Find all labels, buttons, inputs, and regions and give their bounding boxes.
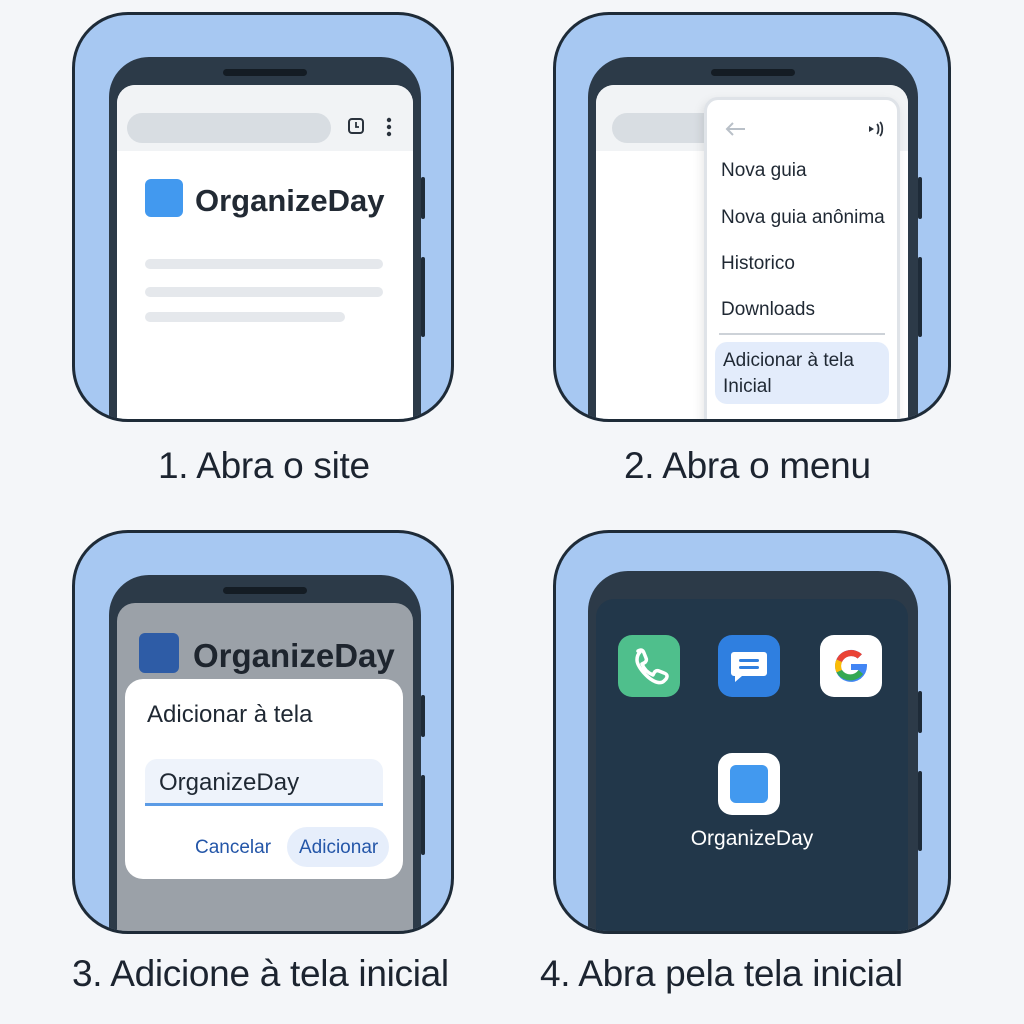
dialog-title: Adicionar à tela	[147, 701, 313, 728]
messages-app-icon[interactable]	[718, 635, 780, 697]
phone-side-button	[918, 177, 922, 219]
shortcut-name-value: OrganizeDay	[159, 769, 300, 796]
site-logo-icon	[139, 633, 179, 673]
step-4-caption: 4. Abra pela tela inicial	[540, 953, 903, 994]
back-arrow-icon[interactable]	[725, 122, 747, 141]
phone-side-button	[421, 695, 425, 737]
step-1-caption: 1. Abra o site	[158, 445, 370, 486]
overflow-menu-icon[interactable]	[385, 117, 393, 142]
menu-item-add-to-home[interactable]: Adicionar à tela Inicial	[715, 342, 889, 404]
phone-side-button	[421, 177, 425, 219]
add-to-home-dialog: Adicionar à tela OrganizeDay Cancelar Ad…	[125, 679, 403, 879]
menu-divider	[719, 333, 885, 335]
shortcut-name-field[interactable]: OrganizeDay	[145, 759, 383, 806]
organizeday-shortcut-label[interactable]: OrganizeDay	[596, 827, 908, 851]
placeholder-line	[145, 259, 383, 269]
phone-speaker	[223, 587, 307, 594]
phone-speaker	[223, 69, 307, 76]
organizeday-shortcut-icon[interactable]	[718, 753, 780, 815]
step-4-frame: OrganizeDay	[553, 530, 951, 934]
phone-speaker	[711, 69, 795, 76]
site-name: OrganizeDay	[195, 183, 385, 218]
site-name: OrganizeDay	[193, 637, 395, 674]
phone-app-icon[interactable]	[618, 635, 680, 697]
phone-side-button	[421, 257, 425, 337]
menu-item-add-to-home-line1: Adicionar à tela	[723, 350, 854, 371]
phone-side-button	[918, 257, 922, 337]
home-screen: OrganizeDay	[596, 599, 908, 931]
step-3-caption: 3. Adicione à tela inicial	[72, 953, 449, 994]
phone-body: OrganizeDay	[109, 57, 425, 419]
step-3-frame: OrganizeDay Adicionar à tela OrganizeDay…	[72, 530, 454, 934]
placeholder-line	[145, 287, 383, 297]
site-logo-icon	[145, 179, 183, 217]
step-1-frame: OrganizeDay	[72, 12, 454, 422]
menu-item-incognito-tab[interactable]: Nova guia anônima	[721, 207, 885, 229]
address-bar[interactable]	[127, 113, 331, 143]
add-button[interactable]: Adicionar	[287, 827, 389, 867]
cancel-button[interactable]: Cancelar	[195, 837, 271, 859]
phone-screen: OrganizeDay	[117, 85, 413, 419]
phone-body: OrganizeDay	[588, 571, 922, 931]
phone-side-button	[421, 775, 425, 855]
tab-switcher-icon[interactable]	[347, 117, 365, 140]
phone-body: Nova guia Nova guia anônima Historico Do…	[588, 57, 922, 419]
menu-item-new-tab[interactable]: Nova guia	[721, 160, 807, 182]
menu-item-add-to-home-line2: Inicial	[723, 376, 772, 397]
step-2-frame: Nova guia Nova guia anônima Historico Do…	[553, 12, 951, 422]
step-2-caption: 2. Abra o menu	[624, 445, 871, 486]
browser-toolbar	[117, 85, 413, 151]
phone-side-button	[918, 691, 922, 733]
browser-overflow-menu: Nova guia Nova guia anônima Historico Do…	[704, 97, 900, 419]
google-app-icon[interactable]	[820, 635, 882, 697]
organizeday-logo-icon	[730, 765, 768, 803]
placeholder-line	[145, 312, 345, 322]
menu-item-downloads[interactable]: Downloads	[721, 299, 815, 321]
add-button-label: Adicionar	[299, 837, 379, 858]
cast-icon[interactable]	[867, 120, 885, 143]
menu-item-history[interactable]: Historico	[721, 253, 795, 275]
phone-side-button	[918, 771, 922, 851]
